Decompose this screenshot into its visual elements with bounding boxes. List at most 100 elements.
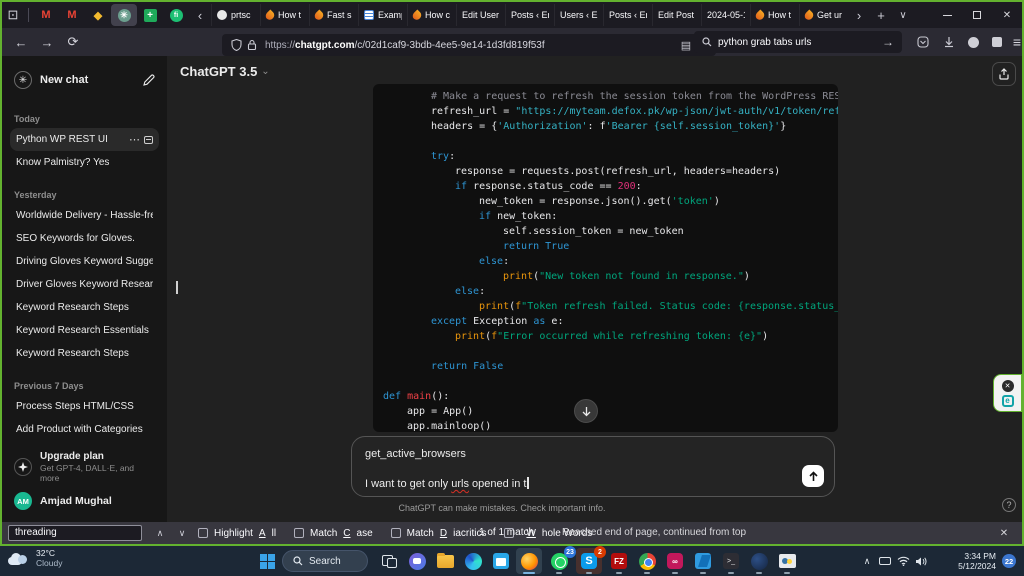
browser-tab[interactable]: Get ur [799, 4, 848, 26]
chat-history-item[interactable]: Know Palmistry? Yes [10, 151, 159, 174]
minimize-button[interactable] [932, 3, 962, 27]
edge-button[interactable] [460, 548, 486, 574]
pinned-tab[interactable] [137, 4, 163, 26]
search-go-icon[interactable] [882, 33, 894, 51]
browser-tab[interactable]: How t [750, 4, 799, 26]
chat-history-item[interactable]: Driving Gloves Keyword Suggestions [10, 250, 159, 273]
chat-history-item[interactable]: SEO Keywords for Gloves. [10, 227, 159, 250]
python-app-button[interactable] [774, 548, 800, 574]
browser-tab[interactable]: Examp [358, 4, 407, 26]
tracking-shield-icon[interactable] [228, 37, 244, 53]
browser-tab[interactable]: Posts ‹ Em [603, 4, 652, 26]
wifi-icon[interactable] [894, 546, 912, 576]
pinned-tab[interactable] [59, 4, 85, 26]
new-chat-pencil-icon[interactable] [142, 74, 155, 87]
pinned-tab[interactable] [33, 4, 59, 26]
pinned-tab[interactable] [163, 4, 189, 26]
close-button[interactable] [992, 3, 1022, 27]
url-bar[interactable]: https://chatgpt.com/c/02d1caf9-3bdb-4ee5… [222, 34, 716, 56]
browser-tab[interactable]: How t [260, 4, 309, 26]
search-bar[interactable]: python grab tabs urls [694, 31, 902, 53]
chat-history-item[interactable]: Keyword Research Steps [10, 296, 159, 319]
file-explorer-button[interactable] [432, 548, 458, 574]
store-button[interactable] [488, 548, 514, 574]
device-icon[interactable] [876, 546, 894, 576]
find-input[interactable]: threading [8, 525, 142, 541]
flyout-extension-icon[interactable] [1002, 395, 1014, 407]
chat-history-item[interactable]: Python WP REST UI [10, 128, 159, 151]
chat-app-button[interactable] [404, 548, 430, 574]
scroll-tabs-left-icon[interactable] [189, 5, 211, 25]
scroll-to-bottom-button[interactable] [574, 399, 598, 423]
find-next-icon[interactable] [172, 522, 192, 544]
browser-tab[interactable]: Edit User A [456, 4, 505, 26]
forward-button[interactable] [34, 31, 60, 53]
downloads-icon[interactable] [936, 31, 962, 53]
notification-badge[interactable]: 22 [1002, 554, 1016, 568]
firefox-button[interactable] [516, 548, 542, 574]
chat-history-item[interactable]: Keyword Research Essentials [10, 319, 159, 342]
browser-tab[interactable]: Fast s [309, 4, 358, 26]
reader-mode-icon[interactable] [678, 37, 694, 53]
maximize-button[interactable] [962, 3, 992, 27]
user-menu[interactable]: AM Amjad Mughal [8, 486, 161, 516]
start-button[interactable] [254, 548, 280, 574]
weather-widget[interactable]: 32°C Cloudy [8, 549, 62, 568]
help-button[interactable]: ? [1002, 498, 1016, 512]
lock-icon[interactable] [244, 37, 260, 53]
checkbox[interactable] [294, 528, 304, 538]
find-option-checkbox[interactable]: Highlight All [198, 528, 276, 539]
chat-history-item[interactable]: Driver Gloves Keyword Research [10, 273, 159, 296]
clock[interactable]: 3:34 PM 5/12/2024 [934, 551, 996, 571]
browser-tab[interactable]: Posts ‹ Em [505, 4, 554, 26]
filezilla-button[interactable] [606, 548, 632, 574]
chat-history-item[interactable]: Keyword Research Steps [10, 342, 159, 365]
browser-tab[interactable]: Edit Post [652, 4, 701, 26]
whatsapp-button[interactable]: 23 [546, 548, 572, 574]
archive-icon[interactable] [144, 136, 153, 144]
find-option-checkbox[interactable]: Match Case [294, 528, 373, 539]
chrome-button[interactable] [634, 548, 660, 574]
new-chat-button[interactable]: New chat [8, 62, 161, 98]
tray-overflow-icon[interactable] [858, 546, 876, 576]
terminal-button[interactable] [718, 548, 744, 574]
new-tab-button[interactable] [870, 5, 892, 25]
pinned-tab[interactable] [111, 4, 137, 26]
task-view-button[interactable] [376, 548, 402, 574]
media-app-button[interactable] [662, 548, 688, 574]
browser-tab[interactable]: prtsc [211, 4, 260, 26]
list-all-tabs-icon[interactable] [892, 5, 914, 25]
send-button[interactable] [802, 465, 824, 487]
model-selector[interactable]: ChatGPT 3.5 ⌄ [180, 64, 270, 79]
back-button[interactable] [8, 31, 34, 53]
vscode-button[interactable] [690, 548, 716, 574]
menu-hamburger-icon[interactable] [1004, 31, 1024, 53]
checkbox[interactable] [391, 528, 401, 538]
flyout-close-icon[interactable] [1002, 380, 1014, 392]
more-options-icon[interactable] [125, 133, 144, 146]
share-button[interactable] [992, 62, 1016, 86]
message-input[interactable]: get_active_browsers I want to get only u… [351, 436, 835, 497]
taskbar-search[interactable]: Search [282, 550, 368, 572]
adblock-icon[interactable] [960, 31, 986, 53]
browser-tab[interactable]: Users ‹ Em [554, 4, 603, 26]
firefox-view-icon[interactable] [2, 5, 24, 25]
upgrade-plan-button[interactable]: Upgrade plan Get GPT-4, DALL·E, and more [8, 450, 161, 484]
chat-history-item[interactable]: Worldwide Delivery - Hassle-free! [10, 204, 159, 227]
find-close-icon[interactable] [994, 522, 1014, 544]
pinned-tab[interactable] [85, 4, 111, 26]
browser-tab[interactable]: 2024-05-1 [701, 4, 750, 26]
thunderbird-button[interactable] [746, 548, 772, 574]
reload-button[interactable] [60, 31, 86, 53]
checkbox[interactable] [198, 528, 208, 538]
skype-button[interactable]: 2 [576, 548, 602, 574]
chat-history-item[interactable]: Process Steps HTML/CSS [10, 395, 159, 418]
find-previous-icon[interactable] [150, 522, 170, 544]
pocket-icon[interactable] [910, 31, 936, 53]
volume-icon[interactable] [912, 546, 930, 576]
find-option-checkbox[interactable]: Match Diacritics [391, 528, 487, 539]
scroll-tabs-right-icon[interactable] [848, 5, 870, 25]
code-block[interactable]: # Make a request to refresh the session … [373, 84, 838, 432]
browser-tab[interactable]: How c [407, 4, 456, 26]
chat-history-item[interactable]: Add Product with Categories [10, 418, 159, 441]
